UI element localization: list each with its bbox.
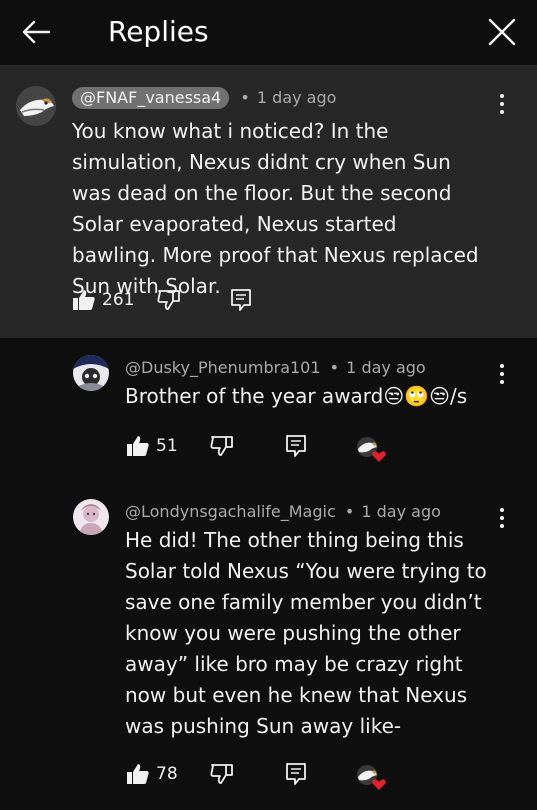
close-button[interactable] (480, 12, 524, 52)
dot-icon (500, 372, 504, 376)
like-button[interactable]: 51 (126, 434, 178, 458)
reply-text-main: Brother of the year award (125, 384, 384, 408)
avatar-image (73, 355, 109, 391)
like-button[interactable]: 261 (72, 288, 134, 312)
page-title: Replies (108, 15, 209, 48)
comment-time: 1 day ago (346, 358, 426, 377)
comment-meta: @FNAF_vanessa4 • 1 day ago (72, 87, 337, 109)
thumbs-down-icon (157, 290, 180, 310)
avatar-image (16, 86, 56, 126)
emoji-sequence: 😒🙄😒 (383, 384, 450, 408)
highlighted-comment: @FNAF_vanessa4 • 1 day ago You know what… (0, 66, 537, 338)
comment-reply-icon (286, 435, 306, 457)
reply-button[interactable] (285, 762, 307, 786)
thumbs-up-filled-icon (73, 290, 95, 310)
reply-button[interactable] (230, 288, 252, 312)
comment-time: 1 day ago (256, 88, 337, 107)
dot-icon (500, 364, 504, 368)
creator-heart-badge (356, 436, 388, 462)
creator-heart-badge (356, 764, 388, 790)
reply-text-suffix: /s (449, 384, 468, 408)
thumbs-up-filled-icon (127, 764, 149, 784)
like-count: 78 (156, 764, 178, 784)
dot-icon (500, 94, 504, 98)
close-icon (488, 18, 516, 46)
author-handle[interactable]: @Londynsgachalife_Magic (125, 502, 336, 521)
comment-time: 1 day ago (361, 502, 441, 521)
dot-icon (500, 380, 504, 384)
like-button[interactable]: 78 (126, 762, 178, 786)
avatar[interactable] (16, 86, 56, 126)
dot-icon (500, 516, 504, 520)
dot-icon (500, 524, 504, 528)
dot-icon (500, 110, 504, 114)
meta-separator: • (240, 88, 250, 107)
more-options-button[interactable] (492, 362, 512, 386)
replies-header: Replies (0, 0, 537, 66)
meta-separator: • (344, 502, 355, 521)
thumbs-down-icon (210, 764, 233, 784)
more-options-button[interactable] (492, 92, 512, 116)
avatar-image (73, 499, 109, 535)
dislike-button[interactable] (157, 288, 181, 312)
reply-meta: @Londynsgachalife_Magic • 1 day ago (125, 502, 441, 521)
reply-text: Brother of the year award😒🙄😒/s (125, 381, 495, 412)
like-count: 51 (156, 436, 178, 456)
creator-heart-icon (357, 765, 386, 790)
creator-heart-icon (357, 437, 386, 462)
thumbs-up-filled-icon (127, 436, 149, 456)
comment-reply-icon (231, 289, 251, 311)
dislike-button[interactable] (210, 762, 234, 786)
reply-text: He did! The other thing being this Solar… (125, 528, 487, 738)
avatar[interactable] (73, 355, 109, 391)
dot-icon (500, 102, 504, 106)
author-handle[interactable]: @Dusky_Phenumbra101 (125, 358, 321, 377)
avatar[interactable] (73, 499, 109, 535)
comment-reply-icon (286, 763, 306, 785)
author-handle-chip[interactable]: @FNAF_vanessa4 (72, 87, 230, 109)
back-button[interactable] (14, 12, 58, 52)
meta-separator: • (329, 358, 340, 377)
reply-button[interactable] (285, 434, 307, 458)
like-count: 261 (102, 290, 135, 310)
reply-meta: @Dusky_Phenumbra101 • 1 day ago (125, 358, 426, 377)
comment-text: You know what i noticed? In the simulati… (72, 119, 479, 298)
dislike-button[interactable] (210, 434, 234, 458)
dot-icon (500, 508, 504, 512)
arrow-left-icon (22, 20, 51, 44)
thumbs-down-icon (210, 436, 233, 456)
